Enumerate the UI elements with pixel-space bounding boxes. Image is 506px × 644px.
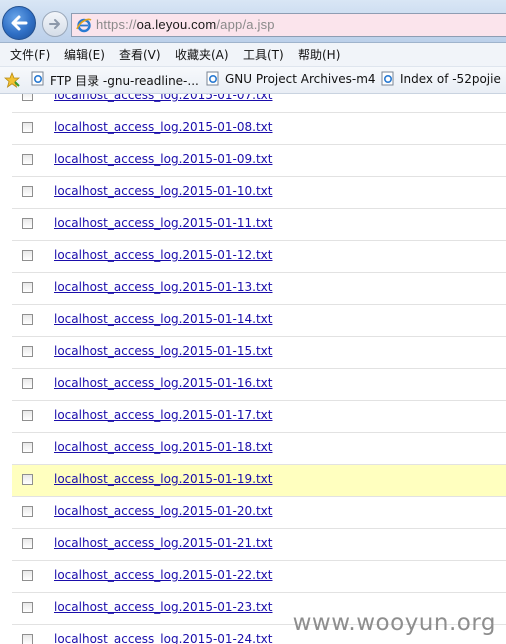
file-checkbox[interactable] (22, 346, 33, 357)
file-link[interactable]: localhost_access_log.2015-01-24.txt (54, 632, 272, 644)
file-link[interactable]: localhost_access_log.2015-01-16.txt (54, 376, 272, 390)
back-button[interactable] (2, 6, 36, 40)
file-link[interactable]: localhost_access_log.2015-01-07.txt (54, 94, 272, 102)
file-row: localhost_access_log.2015-01-12.txt (12, 241, 506, 273)
file-link[interactable]: localhost_access_log.2015-01-23.txt (54, 600, 272, 614)
file-list: localhost_access_log.2015-01-07.txtlocal… (12, 94, 506, 644)
file-row: localhost_access_log.2015-01-19.txt (12, 465, 506, 497)
file-checkbox[interactable] (22, 154, 33, 165)
file-row: localhost_access_log.2015-01-21.txt (12, 529, 506, 561)
forward-arrow-icon (49, 19, 60, 29)
ie-logo-icon (76, 18, 92, 33)
menu-file[interactable]: 文件(F) (10, 46, 50, 63)
file-link[interactable]: localhost_access_log.2015-01-12.txt (54, 248, 272, 262)
file-link[interactable]: localhost_access_log.2015-01-10.txt (54, 184, 272, 198)
file-link[interactable]: localhost_access_log.2015-01-17.txt (54, 408, 272, 422)
menu-bar: 文件(F) 编辑(E) 查看(V) 收藏夹(A) 工具(T) 帮助(H) (0, 43, 506, 67)
favorites-bar: FTP 目录 -gnu-readline-... GNU Project Arc… (0, 67, 506, 94)
file-row: localhost_access_log.2015-01-18.txt (12, 433, 506, 465)
url-text[interactable]: https://oa.leyou.com/app/a.jsp (96, 17, 275, 32)
file-link[interactable]: localhost_access_log.2015-01-15.txt (54, 344, 272, 358)
file-checkbox[interactable] (22, 506, 33, 517)
file-link[interactable]: localhost_access_log.2015-01-08.txt (54, 120, 272, 134)
file-checkbox[interactable] (22, 602, 33, 613)
file-checkbox[interactable] (22, 634, 33, 644)
file-row: localhost_access_log.2015-01-20.txt (12, 497, 506, 529)
file-checkbox[interactable] (22, 94, 33, 101)
page-icon (31, 71, 44, 86)
page-content: localhost_access_log.2015-01-07.txtlocal… (0, 94, 506, 644)
menu-edit[interactable]: 编辑(E) (64, 46, 105, 63)
favorite-link-ftp[interactable]: FTP 目录 -gnu-readline-... (50, 72, 199, 89)
file-checkbox[interactable] (22, 218, 33, 229)
back-arrow-icon (11, 15, 28, 31)
file-row: localhost_access_log.2015-01-14.txt (12, 305, 506, 337)
file-checkbox[interactable] (22, 570, 33, 581)
menu-help[interactable]: 帮助(H) (298, 46, 340, 63)
menu-view[interactable]: 查看(V) (119, 46, 161, 63)
file-row: localhost_access_log.2015-01-11.txt (12, 209, 506, 241)
watermark: www.wooyun.org (292, 610, 496, 636)
file-row: localhost_access_log.2015-01-16.txt (12, 369, 506, 401)
file-link[interactable]: localhost_access_log.2015-01-13.txt (54, 280, 272, 294)
address-bar[interactable]: https://oa.leyou.com/app/a.jsp (71, 13, 506, 37)
file-checkbox[interactable] (22, 122, 33, 133)
file-row: localhost_access_log.2015-01-07.txt (12, 94, 506, 113)
file-row: localhost_access_log.2015-01-13.txt (12, 273, 506, 305)
menu-tools[interactable]: 工具(T) (243, 46, 284, 63)
file-link[interactable]: localhost_access_log.2015-01-18.txt (54, 440, 272, 454)
file-link[interactable]: localhost_access_log.2015-01-11.txt (54, 216, 272, 230)
menu-favorites[interactable]: 收藏夹(A) (175, 46, 229, 63)
url-prefix: https:// (96, 17, 137, 32)
favorite-link-52pojie[interactable]: Index of -52pojie (400, 72, 501, 86)
url-path: /app/a.jsp (216, 17, 275, 32)
file-checkbox[interactable] (22, 186, 33, 197)
favorites-star-icon[interactable] (4, 72, 20, 88)
page-icon (381, 71, 394, 86)
file-row: localhost_access_log.2015-01-10.txt (12, 177, 506, 209)
file-row: localhost_access_log.2015-01-15.txt (12, 337, 506, 369)
url-host: oa.leyou.com (136, 17, 217, 32)
file-checkbox[interactable] (22, 474, 33, 485)
file-link[interactable]: localhost_access_log.2015-01-09.txt (54, 152, 272, 166)
file-checkbox[interactable] (22, 378, 33, 389)
file-link[interactable]: localhost_access_log.2015-01-21.txt (54, 536, 272, 550)
title-bar: https://oa.leyou.com/app/a.jsp (0, 0, 506, 43)
file-checkbox[interactable] (22, 282, 33, 293)
file-row: localhost_access_log.2015-01-22.txt (12, 561, 506, 593)
file-checkbox[interactable] (22, 538, 33, 549)
file-row: localhost_access_log.2015-01-17.txt (12, 401, 506, 433)
file-checkbox[interactable] (22, 410, 33, 421)
file-link[interactable]: localhost_access_log.2015-01-14.txt (54, 312, 272, 326)
file-link[interactable]: localhost_access_log.2015-01-19.txt (54, 472, 272, 486)
file-link[interactable]: localhost_access_log.2015-01-20.txt (54, 504, 272, 518)
file-checkbox[interactable] (22, 442, 33, 453)
favorite-link-gnu[interactable]: GNU Project Archives-m4 (225, 72, 376, 86)
file-row: localhost_access_log.2015-01-09.txt (12, 145, 506, 177)
file-row: localhost_access_log.2015-01-08.txt (12, 113, 506, 145)
file-checkbox[interactable] (22, 314, 33, 325)
page-icon (206, 71, 219, 86)
file-checkbox[interactable] (22, 250, 33, 261)
file-link[interactable]: localhost_access_log.2015-01-22.txt (54, 568, 272, 582)
forward-button[interactable] (42, 11, 68, 37)
